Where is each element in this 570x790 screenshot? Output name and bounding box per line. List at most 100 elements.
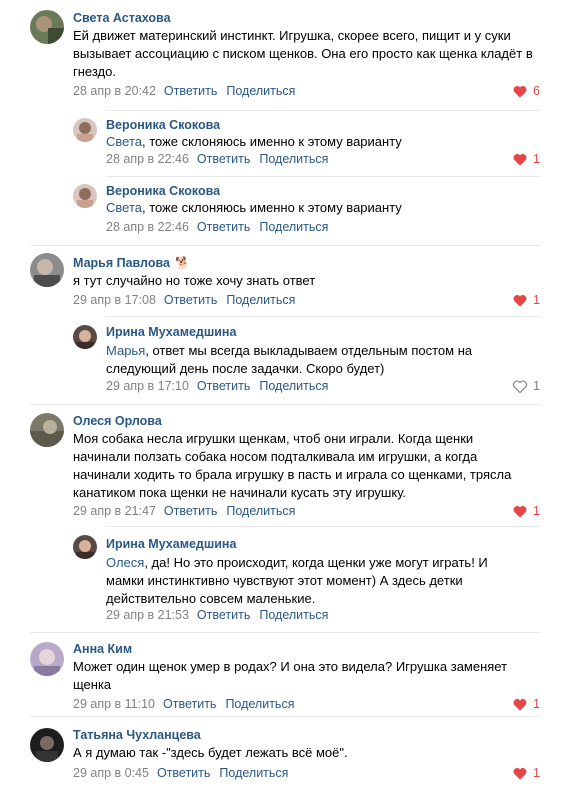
mention-link[interactable]: Марья: [106, 343, 145, 358]
mention-link[interactable]: Олеся: [106, 555, 144, 570]
avatar[interactable]: [30, 253, 64, 287]
comment-meta: 29 апр в 0:45 Ответить Поделиться: [73, 766, 288, 780]
separator: [106, 316, 540, 317]
comment-date[interactable]: 29 апр в 17:08: [73, 293, 156, 307]
like-button[interactable]: 1: [513, 379, 540, 393]
reply-link[interactable]: Ответить: [164, 293, 217, 307]
comment-author[interactable]: Вероника Скокова: [106, 184, 220, 198]
reply-link[interactable]: Ответить: [164, 84, 217, 98]
separator: [106, 110, 540, 111]
heart-icon: [513, 153, 527, 166]
avatar[interactable]: [30, 10, 64, 44]
reply-link[interactable]: Ответить: [197, 608, 250, 622]
avatar[interactable]: [30, 642, 64, 676]
like-count: 1: [533, 697, 540, 711]
avatar[interactable]: [73, 325, 97, 349]
heart-icon: [513, 294, 527, 307]
comment-body: , да! Но это происходит, когда щенки уже…: [106, 555, 488, 606]
comment-author[interactable]: Ирина Мухамедшина: [106, 537, 236, 551]
comment-author[interactable]: Татьяна Чухланцева: [73, 728, 201, 742]
comment-meta: 29 апр в 17:10 Ответить Поделиться: [106, 379, 328, 393]
comment-text: Света, тоже склоняюсь именно к этому вар…: [106, 199, 546, 217]
comment-author-name[interactable]: Марья Павлова: [73, 256, 170, 270]
comment: Анна Ким Может один щенок умер в родах? …: [0, 632, 570, 716]
comment-text: Марья, ответ мы всегда выкладываем отдел…: [106, 342, 506, 378]
reply-link[interactable]: Ответить: [164, 504, 217, 518]
like-count: 1: [533, 152, 540, 166]
comment-text: Моя собака несла игрушки щенкам, чтоб он…: [73, 431, 512, 500]
comment-body: , тоже склоняюсь именно к этому варианту: [142, 200, 402, 215]
avatar[interactable]: [73, 118, 97, 142]
comment-date[interactable]: 28 апр в 22:46: [106, 220, 189, 234]
reply-comment: Вероника Скокова Света, тоже склоняюсь и…: [0, 176, 570, 246]
like-button[interactable]: 1: [513, 293, 540, 307]
avatar[interactable]: [73, 184, 97, 208]
comment-date[interactable]: 28 апр в 22:46: [106, 152, 189, 166]
comment-date[interactable]: 29 апр в 21:47: [73, 504, 156, 518]
separator: [106, 526, 540, 527]
dog-icon: 🐕: [174, 256, 190, 270]
comment-meta: 29 апр в 21:53 Ответить Поделиться: [106, 608, 328, 622]
like-button[interactable]: 1: [513, 152, 540, 166]
comment-text: Может один щенок умер в родах? И она это…: [73, 659, 508, 692]
separator: [30, 716, 540, 717]
avatar[interactable]: [30, 728, 64, 762]
reply-link[interactable]: Ответить: [163, 697, 216, 711]
comment-author[interactable]: Ирина Мухамедшина: [106, 325, 236, 339]
comment-date[interactable]: 28 апр в 20:42: [73, 84, 156, 98]
separator: [106, 176, 540, 177]
comment-date[interactable]: 29 апр в 11:10: [73, 697, 155, 711]
comment-author[interactable]: Олеся Орлова: [73, 414, 162, 428]
comment-author[interactable]: Анна Ким: [73, 642, 132, 656]
share-link[interactable]: Поделиться: [226, 84, 295, 98]
like-button[interactable]: 1: [513, 697, 540, 711]
share-link[interactable]: Поделиться: [219, 766, 288, 780]
reply-comment: Ирина Мухамедшина Марья, ответ мы всегда…: [0, 316, 570, 404]
share-link[interactable]: Поделиться: [226, 293, 295, 307]
comment-meta: 29 апр в 17:08 Ответить Поделиться: [73, 293, 295, 307]
avatar[interactable]: [30, 413, 64, 447]
comment: Света Астахова Ей движет материнский инс…: [0, 0, 570, 110]
comment-body: , тоже склоняюсь именно к этому варианту: [142, 134, 402, 149]
reply-link[interactable]: Ответить: [197, 220, 250, 234]
comment-meta: 29 апр в 21:47 Ответить Поделиться: [73, 504, 295, 518]
comment-date[interactable]: 29 апр в 21:53: [106, 608, 189, 622]
like-count: 1: [533, 379, 540, 393]
separator: [30, 632, 540, 633]
reply-comment: Вероника Скокова Света, тоже склоняюсь и…: [0, 110, 570, 180]
share-link[interactable]: Поделиться: [225, 697, 294, 711]
share-link[interactable]: Поделиться: [259, 220, 328, 234]
reply-comment: Ирина Мухамедшина Олеся, да! Но это прои…: [0, 522, 570, 632]
mention-link[interactable]: Света: [106, 200, 142, 215]
avatar[interactable]: [73, 535, 97, 559]
comment: Олеся Орлова Моя собака несла игрушки ще…: [0, 404, 570, 522]
like-button[interactable]: 1: [513, 766, 540, 780]
heart-icon: [513, 379, 528, 393]
share-link[interactable]: Поделиться: [226, 504, 295, 518]
heart-icon: [513, 767, 527, 780]
comment: Марья Павлова 🐕 я тут случайно но тоже хо…: [0, 245, 570, 315]
like-button[interactable]: 6: [513, 84, 540, 98]
mention-link[interactable]: Света: [106, 134, 142, 149]
comment-date[interactable]: 29 апр в 17:10: [106, 379, 189, 393]
comment: Татьяна Чухланцева А я думаю так -"здесь…: [0, 716, 570, 790]
heart-icon: [513, 85, 527, 98]
share-link[interactable]: Поделиться: [259, 379, 328, 393]
heart-icon: [513, 698, 527, 711]
comment-date[interactable]: 29 апр в 0:45: [73, 766, 149, 780]
comment-author[interactable]: Света Астахова: [73, 11, 171, 25]
like-button[interactable]: 1: [513, 504, 540, 518]
reply-link[interactable]: Ответить: [157, 766, 210, 780]
share-link[interactable]: Поделиться: [259, 608, 328, 622]
comment-author[interactable]: Вероника Скокова: [106, 118, 220, 132]
comment-meta: 28 апр в 20:42 Ответить Поделиться: [73, 84, 295, 98]
reply-link[interactable]: Ответить: [197, 379, 250, 393]
comment-author: Марья Павлова 🐕: [73, 256, 190, 270]
comment-meta: 29 апр в 11:10 Ответить Поделиться: [73, 697, 294, 711]
reply-link[interactable]: Ответить: [197, 152, 250, 166]
comment-meta: 28 апр в 22:46 Ответить Поделиться: [106, 220, 328, 234]
like-count: 1: [533, 293, 540, 307]
comment-body: , ответ мы всегда выкладываем отдельным …: [106, 343, 473, 376]
heart-icon: [513, 505, 527, 518]
share-link[interactable]: Поделиться: [259, 152, 328, 166]
